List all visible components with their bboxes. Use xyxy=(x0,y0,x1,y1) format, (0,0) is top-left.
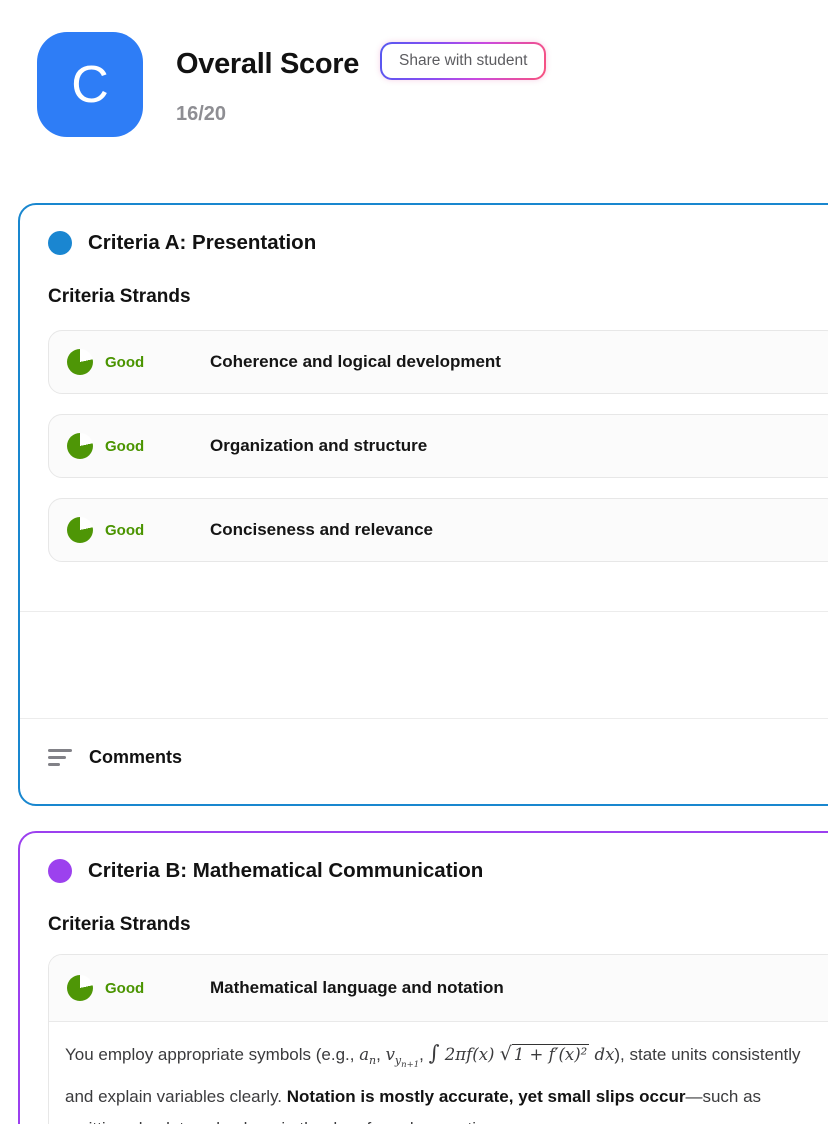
strand-row[interactable]: Good Coherence and logical development xyxy=(48,330,828,394)
rating-pie-icon xyxy=(67,975,93,1001)
strand-row[interactable]: Good Mathematical language and notation xyxy=(49,955,828,1022)
strand-row[interactable]: Good Organization and structure xyxy=(48,414,828,478)
comments-label: Comments xyxy=(89,747,182,768)
empty-comments-area xyxy=(20,612,828,718)
comments-section-toggle[interactable]: Comments xyxy=(20,719,828,804)
strand-label: Conciseness and relevance xyxy=(210,520,433,540)
strand-label: Mathematical language and notation xyxy=(210,978,504,998)
criteria-a-header: Criteria A: Presentation xyxy=(48,231,828,255)
criteria-b-card: Criteria B: Mathematical Communication C… xyxy=(18,831,828,1124)
criteria-strands-heading: Criteria Strands xyxy=(48,914,828,936)
rating-badge: Good xyxy=(67,349,210,375)
share-with-student-button-border: Share with student xyxy=(380,42,546,80)
criteria-a-strand-list: Good Coherence and logical development G… xyxy=(48,330,828,562)
criteria-a-title: Criteria A: Presentation xyxy=(88,231,316,255)
rating-label: Good xyxy=(105,438,144,455)
rating-label: Good xyxy=(105,980,144,997)
criteria-a-card: Criteria A: Presentation Criteria Strand… xyxy=(18,203,828,806)
rating-badge: Good xyxy=(67,433,210,459)
share-with-student-button[interactable]: Share with student xyxy=(382,44,544,78)
rating-label: Good xyxy=(105,354,144,371)
rating-pie-icon xyxy=(67,433,93,459)
rating-badge: Good xyxy=(67,517,210,543)
rating-label: Good xyxy=(105,522,144,539)
overall-score-header: C Overall Score Share with student 16/20 xyxy=(0,0,828,203)
rating-pie-icon xyxy=(67,349,93,375)
rating-pie-icon xyxy=(67,517,93,543)
criteria-b-header: Criteria B: Mathematical Communication xyxy=(48,859,828,883)
avatar-letter: C xyxy=(71,55,109,115)
strand-label: Coherence and logical development xyxy=(210,352,501,372)
avatar: C xyxy=(37,32,143,137)
criteria-b-title: Criteria B: Mathematical Communication xyxy=(88,859,483,883)
strand-detail-box: Good Mathematical language and notation … xyxy=(48,954,828,1124)
strand-row[interactable]: Good Conciseness and relevance xyxy=(48,498,828,562)
strand-feedback-text: You employ appropriate symbols (e.g., an… xyxy=(49,1022,828,1124)
rating-badge: Good xyxy=(67,975,210,1001)
criteria-strands-heading: Criteria Strands xyxy=(48,286,828,308)
grading-screen: C Overall Score Share with student 16/20… xyxy=(0,0,828,1124)
page-title: Overall Score xyxy=(176,48,359,81)
comments-icon xyxy=(48,749,72,766)
criteria-b-color-dot-icon xyxy=(48,859,72,883)
criteria-a-color-dot-icon xyxy=(48,231,72,255)
overall-score-value: 16/20 xyxy=(176,103,226,126)
strand-label: Organization and structure xyxy=(210,436,427,456)
